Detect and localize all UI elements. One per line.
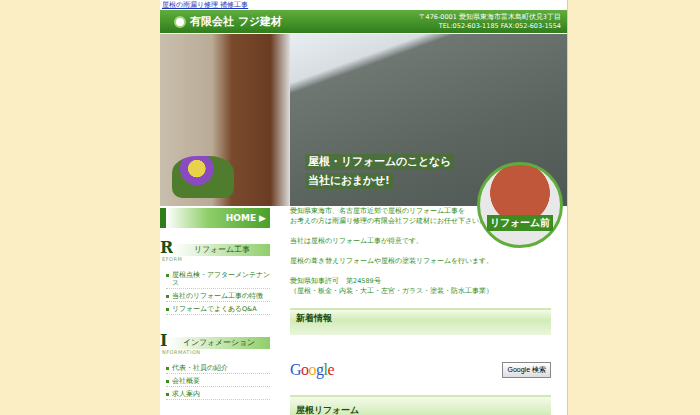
sidebar-section: IインフォメーションNFORMATION代表・社員の紹介会社概要求人案内 [160, 329, 270, 400]
top-link[interactable]: 屋根の雨漏り修理 補修工事 [160, 0, 567, 10]
bullet-icon [166, 393, 169, 396]
planter-image [172, 156, 234, 198]
sidebar-item[interactable]: 代表・社員の紹介 [166, 364, 270, 374]
home-button[interactable]: HOME▶ [160, 208, 270, 228]
contact-info: 〒476-0001 愛知県東海市富木島町伏見3丁目TEL:052-603-118… [419, 13, 562, 31]
site-header: 有限会社 フジ建材 〒476-0001 愛知県東海市富木島町伏見3丁目TEL:05… [160, 10, 567, 34]
section-header: 屋根リフォーム [290, 395, 551, 415]
intro-paragraph: 屋根の葺き替えリフォームや屋根の塗装リフォームを行います。 [290, 256, 551, 266]
sidebar-item[interactable]: 屋根点検・アフターメンテナンス [166, 271, 270, 289]
page-background: 屋根の雨漏り修理 補修工事有限会社 フジ建材 〒476-0001 愛知県東海市富木… [0, 0, 700, 415]
before-badge: リフォーム前 [477, 162, 563, 248]
section-initial: R [160, 240, 173, 256]
section-title: リフォーム工事 [173, 244, 270, 256]
news-header: 新着情報 [290, 308, 551, 335]
intro-paragraph: 愛知県知事許可 第24589号（屋根・板金・内装・大工・左官・ガラス・塗装・防水… [290, 276, 551, 296]
sidebar-item[interactable]: リフォームでよくあるQ&A [166, 305, 270, 315]
section-initial: I [160, 333, 167, 349]
sidebar-item[interactable]: 求人案内 [166, 390, 270, 400]
bullet-icon [166, 308, 169, 311]
bullet-icon [166, 295, 169, 298]
sidebar-section: Rリフォーム工事EFORM屋根点検・アフターメンテナンス当社のリフォーム工事の特… [160, 236, 270, 315]
logo-icon [174, 16, 186, 28]
bullet-icon [166, 380, 169, 383]
search-button[interactable]: Google 検索 [502, 362, 551, 378]
company-logo[interactable]: 有限会社 フジ建材 [174, 14, 282, 29]
search-row: Google Google 検索 [290, 361, 551, 379]
bullet-icon [166, 367, 169, 370]
sidebar: HOME▶ Rリフォーム工事EFORM屋根点検・アフターメンテナンス当社のリフォー… [160, 206, 270, 415]
page: 屋根の雨漏り修理 補修工事有限会社 フジ建材 〒476-0001 愛知県東海市富木… [160, 0, 568, 415]
bullet-icon [166, 274, 169, 277]
section-title: インフォメーション [167, 337, 270, 349]
sidebar-item[interactable]: 当社のリフォーム工事の特徴 [166, 292, 270, 302]
door-photo [160, 34, 290, 206]
hero-banner: 屋根・リフォームのことなら当社におまかせ!リフォーム前 [160, 34, 567, 206]
hero-headline: 屋根・リフォームのことなら当社におまかせ! [305, 154, 454, 189]
google-logo: Google [290, 361, 334, 379]
sidebar-item[interactable]: 会社概要 [166, 377, 270, 387]
